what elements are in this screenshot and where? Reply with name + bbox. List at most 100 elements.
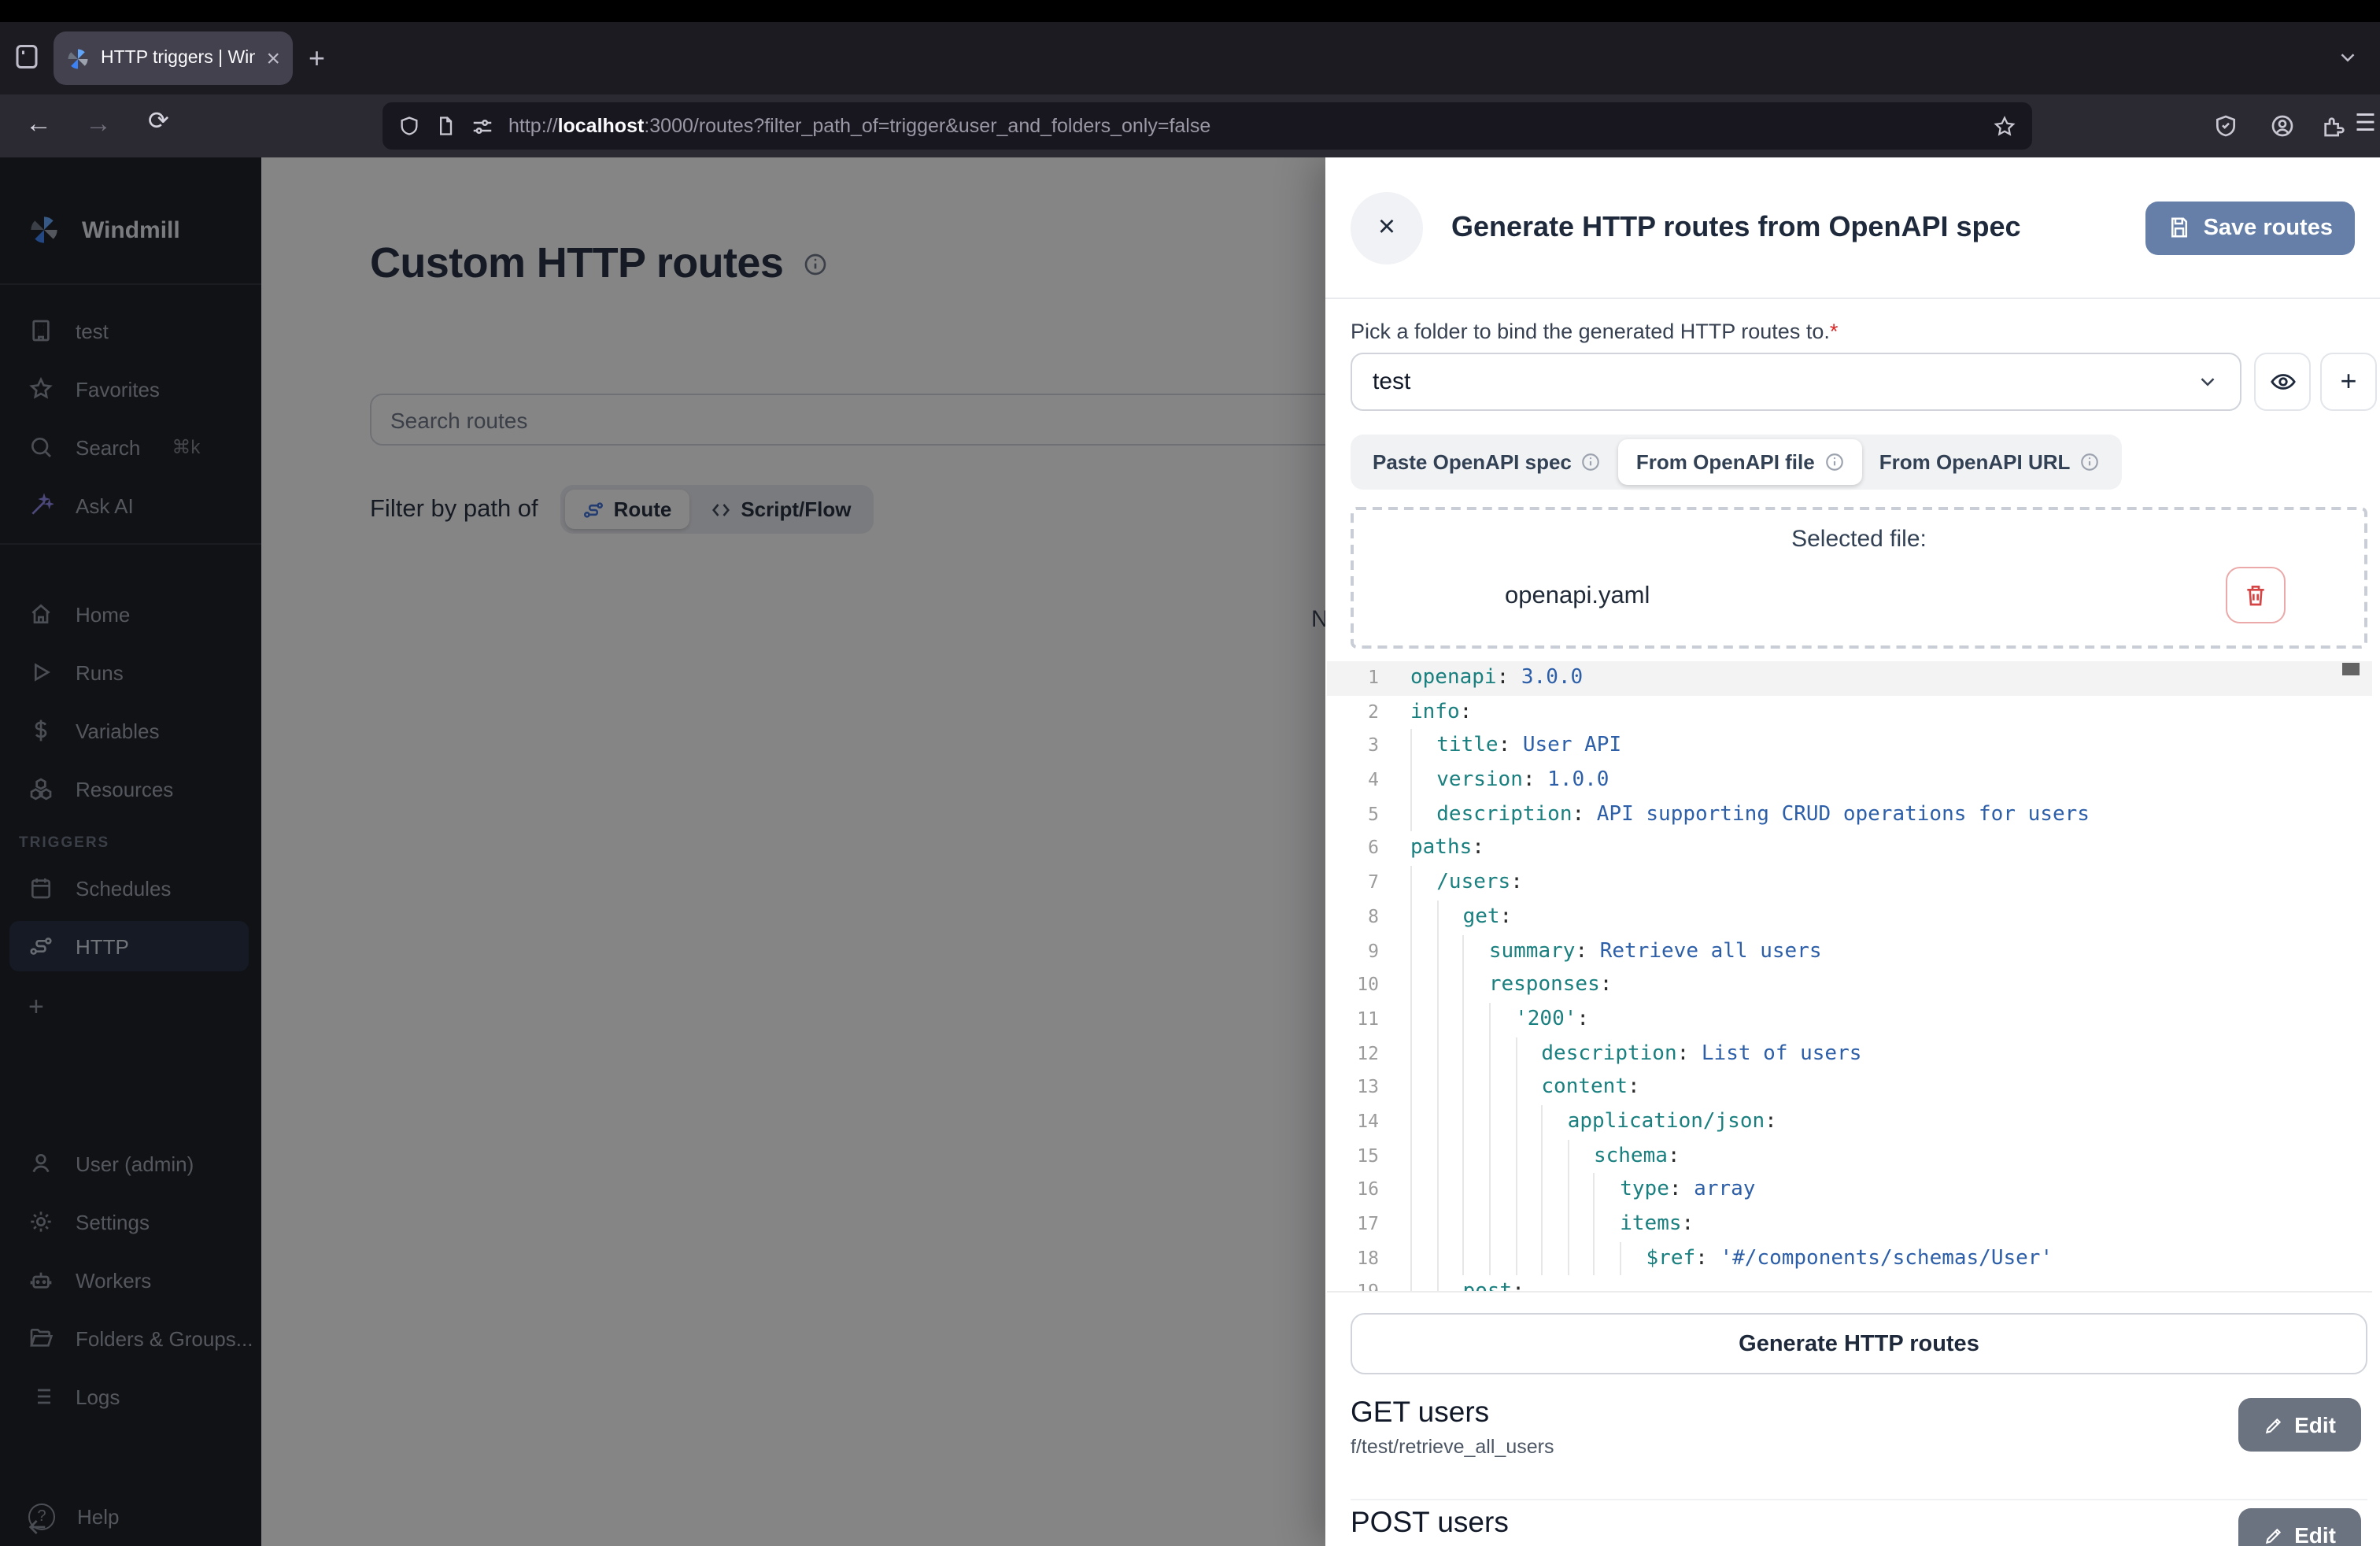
code-editor-lines: 1openapi: 3.0.02info:3title: User API4ve…	[1327, 661, 2372, 1293]
scrollbar-thumb[interactable]	[2342, 663, 2360, 675]
code-line: 18$ref: '#/components/schemas/User'	[1327, 1241, 2372, 1275]
pencil-icon	[2263, 1415, 2283, 1435]
account-icon[interactable]	[2270, 113, 2295, 139]
browser-toolbar: ← → ⟳ http://localhost:3000/routes?filte…	[0, 94, 2380, 157]
code-line: 11'200':	[1327, 1003, 2372, 1037]
url-text[interactable]: http://localhost:3000/routes?filter_path…	[508, 115, 1979, 137]
remove-file-button[interactable]	[2226, 567, 2286, 623]
line-number: 17	[1327, 1208, 1396, 1241]
windmill-favicon	[66, 46, 90, 70]
shield-icon[interactable]	[398, 115, 420, 137]
line-number: 7	[1327, 866, 1396, 900]
generate-http-routes-button[interactable]: Generate HTTP routes	[1351, 1313, 2367, 1374]
code-line: 10responses:	[1327, 968, 2372, 1002]
line-number: 15	[1327, 1139, 1396, 1173]
selected-file-name: openapi.yaml	[1505, 583, 1650, 611]
spec-source-tabs: Paste OpenAPI spec From OpenAPI file Fro…	[1351, 435, 2122, 490]
plus-icon: +	[2340, 365, 2356, 398]
page-info-icon[interactable]	[434, 115, 456, 137]
info-icon[interactable]	[1581, 452, 1602, 472]
chevron-down-icon	[2196, 370, 2219, 394]
code-editor[interactable]: 1openapi: 3.0.02info:3title: User API4ve…	[1327, 661, 2372, 1293]
close-tab-icon[interactable]: ×	[266, 46, 280, 70]
code-line: 8get:	[1327, 901, 2372, 934]
tab-from-openapi-file[interactable]: From OpenAPI file	[1619, 439, 1862, 485]
line-number: 5	[1327, 798, 1396, 832]
line-number: 6	[1327, 832, 1396, 866]
line-number: 2	[1327, 695, 1396, 729]
route-row-post-users: POST users f/test/create_a_new_user Edit	[1351, 1505, 2367, 1546]
openapi-drawer: × Generate HTTP routes from OpenAPI spec…	[1325, 157, 2380, 1546]
code-line: 2info:	[1327, 695, 2372, 729]
selected-file-box: Selected file: openapi.yaml	[1351, 507, 2367, 649]
code-line: 12description: List of users	[1327, 1037, 2372, 1071]
add-folder-button[interactable]: +	[2320, 353, 2377, 411]
code-line: 15schema:	[1327, 1139, 2372, 1173]
tab-label: From OpenAPI file	[1636, 450, 1815, 474]
menu-hamburger-icon[interactable]: ☰	[2355, 112, 2376, 135]
tab-from-openapi-url[interactable]: From OpenAPI URL	[1862, 439, 2118, 485]
code-line: 16type: array	[1327, 1174, 2372, 1208]
selected-file-label: Selected file:	[1354, 526, 2364, 553]
line-number: 3	[1327, 730, 1396, 764]
route-title: POST users	[1351, 1505, 2367, 1540]
bookmark-star-icon[interactable]	[1993, 114, 2016, 138]
folder-picker-label: Pick a folder to bind the generated HTTP…	[1351, 320, 1838, 343]
extensions-puzzle-icon[interactable]	[2320, 113, 2345, 139]
line-number: 10	[1327, 968, 1396, 1002]
code-line: 17items:	[1327, 1208, 2372, 1241]
edit-route-button[interactable]: Edit	[2238, 1398, 2361, 1452]
code-line: 19post:	[1327, 1276, 2372, 1293]
list-tabs-chevron-icon[interactable]	[2336, 46, 2360, 69]
trash-icon	[2243, 583, 2268, 608]
line-number: 11	[1327, 1003, 1396, 1037]
back-icon[interactable]: ←	[25, 110, 52, 137]
route-path: f/test/retrieve_all_users	[1351, 1436, 2367, 1458]
tab-title: HTTP triggers | Windmill	[101, 49, 255, 68]
line-number: 18	[1327, 1241, 1396, 1275]
permissions-sliders-icon[interactable]	[471, 114, 494, 138]
info-icon[interactable]	[1824, 452, 1845, 472]
code-line: 5description: API supporting CRUD operat…	[1327, 798, 2372, 832]
tab-label: Paste OpenAPI spec	[1373, 450, 1572, 474]
edit-label: Edit	[2294, 1412, 2336, 1437]
close-drawer-button[interactable]: ×	[1351, 191, 1423, 264]
code-line: 1openapi: 3.0.0	[1327, 661, 2372, 695]
line-number: 4	[1327, 764, 1396, 797]
save-routes-label: Save routes	[2204, 215, 2333, 240]
code-line: 3title: User API	[1327, 730, 2372, 764]
code-line: 13content:	[1327, 1071, 2372, 1105]
line-number: 13	[1327, 1071, 1396, 1105]
line-number: 16	[1327, 1174, 1396, 1208]
code-line: 9summary: Retrieve all users	[1327, 934, 2372, 968]
code-line: 14application/json:	[1327, 1105, 2372, 1139]
close-icon: ×	[1378, 210, 1395, 245]
view-folder-button[interactable]	[2254, 353, 2311, 411]
reload-icon[interactable]: ⟳	[148, 110, 169, 135]
forward-icon[interactable]: →	[85, 110, 112, 137]
route-title: GET users	[1351, 1395, 2367, 1429]
browser-tab-strip: HTTP triggers | Windmill × +	[0, 22, 2380, 94]
pencil-icon	[2263, 1525, 2283, 1545]
info-icon[interactable]	[2079, 452, 2100, 472]
required-asterisk: *	[1830, 320, 1839, 343]
drawer-title: Generate HTTP routes from OpenAPI spec	[1451, 211, 2117, 244]
url-bar[interactable]: http://localhost:3000/routes?filter_path…	[382, 102, 2032, 150]
line-number: 19	[1327, 1276, 1396, 1293]
eye-icon	[2269, 368, 2296, 395]
edit-route-button[interactable]: Edit	[2238, 1508, 2361, 1546]
edit-label: Edit	[2294, 1522, 2336, 1546]
page-viewport: Windmill test Favorites	[0, 157, 2380, 1546]
tab-paste-openapi-spec[interactable]: Paste OpenAPI spec	[1355, 439, 1619, 485]
folder-select-value: test	[1373, 368, 1410, 395]
line-number: 8	[1327, 901, 1396, 934]
line-number: 1	[1327, 661, 1396, 695]
save-routes-button[interactable]: Save routes	[2145, 201, 2355, 254]
browser-tab[interactable]: HTTP triggers | Windmill ×	[54, 31, 293, 85]
new-tab-icon[interactable]: +	[309, 44, 325, 72]
pocket-shield-icon[interactable]	[2213, 113, 2238, 139]
save-floppy-icon	[2168, 216, 2191, 239]
tab-sidebar-toggle-icon[interactable]	[13, 43, 41, 71]
folder-select[interactable]: test	[1351, 353, 2241, 411]
line-number: 14	[1327, 1105, 1396, 1139]
